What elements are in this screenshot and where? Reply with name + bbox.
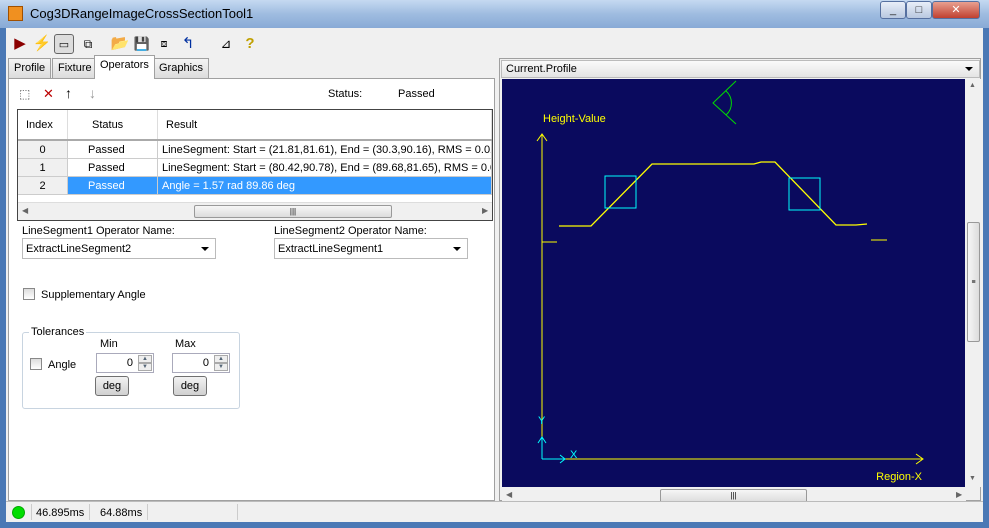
operators-grid: Index Status Result 0 Passed LineSegment: … — [17, 109, 493, 221]
max-label: Max — [175, 338, 196, 350]
spin-down-icon[interactable]: ▼ — [138, 363, 152, 371]
tab-profile[interactable]: Profile — [8, 58, 52, 78]
add-operator-icon[interactable]: ⬚ — [19, 87, 30, 101]
x-axis-label: Region-X — [876, 471, 923, 483]
min-label: Min — [100, 338, 118, 350]
save-icon[interactable]: 💾 — [132, 34, 152, 54]
line-segment1-region[interactable] — [604, 175, 637, 209]
supplementary-angle-checkbox[interactable] — [23, 288, 35, 300]
angle-label: Angle — [48, 359, 77, 371]
minimize-button[interactable]: _ — [880, 1, 906, 19]
run-time: 46.895ms — [36, 507, 85, 519]
supplementary-angle-label: Supplementary Angle — [41, 289, 146, 301]
tab-fixture[interactable]: Fixture — [52, 58, 98, 78]
row-status: Passed — [68, 177, 158, 195]
max-angle-spinner[interactable]: 0 ▲ ▼ — [172, 353, 230, 373]
row-result: Angle = 1.57 rad 89.86 deg — [158, 177, 492, 195]
row-status: Passed — [68, 141, 158, 159]
tab-graphics[interactable]: Graphics — [153, 58, 210, 78]
column-header-result[interactable]: Result — [158, 110, 492, 139]
min-angle-spinner[interactable]: 0 ▲ ▼ — [96, 353, 154, 373]
horizontal-scrollbar[interactable]: ◀ ||| ▶ — [18, 202, 492, 220]
status-value: Passed — [398, 88, 435, 100]
floating-window-icon[interactable]: ⧉ — [78, 34, 98, 54]
scrollbar-thumb[interactable]: ≡ — [967, 222, 980, 342]
chevron-down-icon — [453, 247, 461, 251]
row-result: LineSegment: Start = (80.42,90.78), End … — [158, 159, 492, 177]
ls1-operator-select[interactable]: ExtractLineSegment2 — [22, 238, 216, 259]
title-bar: Cog3DRangeImageCrossSectionTool1 _ □ ✕ — [0, 0, 989, 28]
tolerances-title: Tolerances — [29, 326, 87, 338]
profile-display[interactable]: Height-Value Region-X X Y — [502, 79, 965, 487]
table-row[interactable]: 1 Passed LineSegment: Start = (80.42,90.78… — [18, 159, 492, 177]
app-icon — [8, 6, 23, 21]
line-segment2-region[interactable] — [788, 177, 821, 211]
y-axis-label: Height-Value — [543, 113, 606, 125]
help-icon[interactable]: ? — [240, 34, 260, 54]
ls2-value: ExtractLineSegment1 — [278, 243, 384, 255]
row-status: Passed — [68, 159, 158, 177]
maximize-button[interactable]: □ — [906, 1, 932, 19]
min-angle-value: 0 — [126, 357, 133, 369]
row-result: LineSegment: Start = (21.81,81.61), End … — [158, 141, 492, 159]
move-down-icon[interactable]: ↓ — [89, 85, 96, 101]
column-header-status[interactable]: Status — [68, 110, 158, 139]
client-area: ▶ ⚡ ▭ ⧉ 📂 💾 ⧈ ↰ ⊿ ? Profile Fixture Oper… — [6, 28, 983, 522]
electric-icon[interactable]: ⚡ — [32, 34, 52, 54]
fixture-x-label: X — [570, 449, 578, 461]
ls1-label: LineSegment1 Operator Name: — [22, 225, 175, 237]
spin-up-icon[interactable]: ▲ — [214, 355, 228, 363]
ls2-label: LineSegment2 Operator Name: — [274, 225, 427, 237]
table-row-selected[interactable]: 2 Passed Angle = 1.57 rad 89.86 deg — [18, 177, 492, 195]
angle-graphic — [712, 80, 737, 125]
vertical-scrollbar[interactable]: ▲ ≡ ▼ — [966, 79, 981, 487]
move-up-icon[interactable]: ↑ — [65, 85, 72, 101]
display-selector-value: Current.Profile — [506, 63, 577, 75]
total-time: 64.88ms — [100, 507, 143, 519]
angle-arc — [725, 90, 732, 116]
close-button[interactable]: ✕ — [932, 1, 980, 19]
chevron-down-icon — [201, 247, 209, 251]
reset-icon[interactable]: ↰ — [178, 34, 198, 54]
operators-panel: ⬚ ✕ ↑ ↓ Status: Passed Index Status Resu… — [8, 78, 495, 501]
tab-operators[interactable]: Operators — [94, 55, 155, 79]
show-controls-icon[interactable]: ▭ — [54, 34, 74, 54]
fixture-y-label: Y — [538, 415, 546, 427]
column-header-index[interactable]: Index — [18, 110, 68, 139]
profile-canvas: Height-Value Region-X X Y — [536, 80, 924, 483]
angle-tolerance-checkbox[interactable] — [30, 358, 42, 370]
open-icon[interactable]: 📂 — [110, 34, 130, 54]
max-unit-button[interactable]: deg — [173, 376, 207, 396]
spin-down-icon[interactable]: ▼ — [214, 363, 228, 371]
row-index: 0 — [18, 141, 68, 159]
min-unit-button[interactable]: deg — [95, 376, 129, 396]
ls2-operator-select[interactable]: ExtractLineSegment1 — [274, 238, 468, 259]
row-index: 2 — [18, 177, 68, 195]
max-angle-value: 0 — [202, 357, 209, 369]
status-indicator-icon — [12, 506, 25, 519]
save-settings-icon[interactable]: ⧈ — [154, 34, 174, 54]
scrollbar-thumb[interactable]: ||| — [194, 205, 392, 218]
display-selector[interactable]: Current.Profile — [501, 60, 980, 78]
row-index: 1 — [18, 159, 68, 177]
chevron-down-icon — [965, 67, 973, 71]
ls1-value: ExtractLineSegment2 — [26, 243, 132, 255]
table-row[interactable]: 0 Passed LineSegment: Start = (21.81,81.61… — [18, 141, 492, 195]
run-icon[interactable]: ▶ — [10, 34, 30, 54]
display-panel: Current.Profile Height-Value Region-X X … — [499, 58, 981, 504]
delete-icon[interactable]: ✕ — [43, 86, 54, 102]
spin-up-icon[interactable]: ▲ — [138, 355, 152, 363]
status-label: Status: — [328, 88, 363, 100]
edit-mode-icon[interactable]: ⊿ — [216, 34, 236, 54]
status-bar: 46.895ms 64.88ms — [6, 501, 983, 522]
window-title: Cog3DRangeImageCrossSectionTool1 — [30, 6, 254, 21]
